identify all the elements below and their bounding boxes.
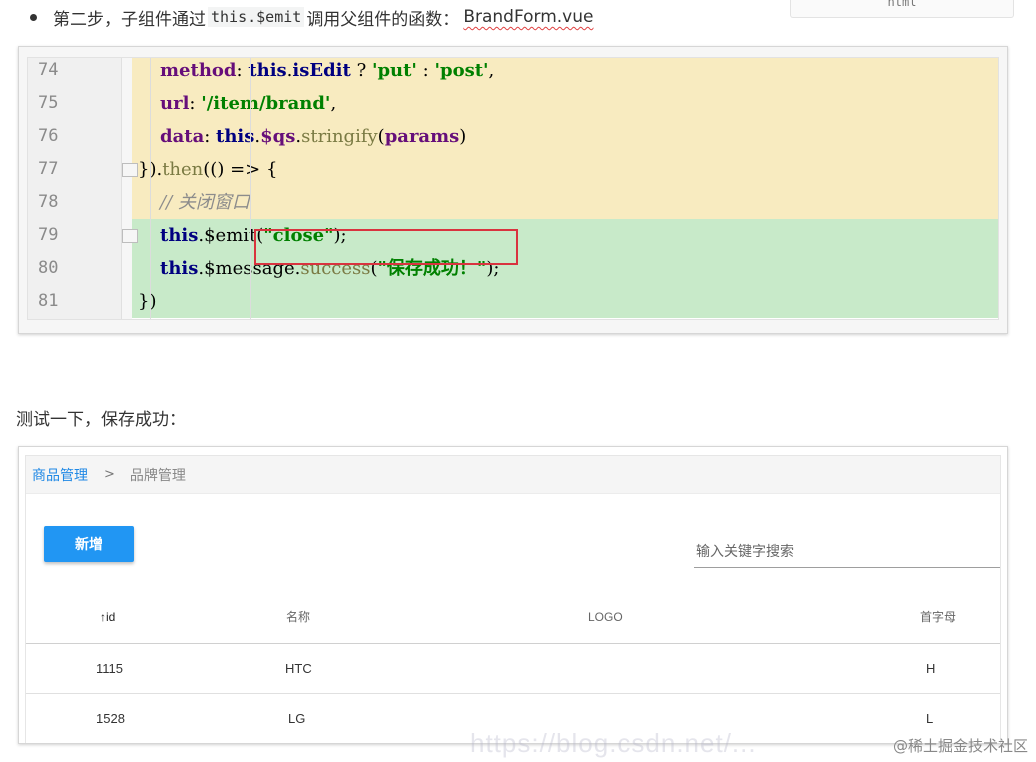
code-token: : [204,126,217,147]
watermark: @稀土掘金技术社区 [892,737,1028,755]
code-area: method: this.isEdit ? 'put' : 'post', url… [132,58,998,319]
fold-marker-icon[interactable] [122,163,138,177]
line-number: 80 [38,258,59,278]
bullet-icon [30,13,37,21]
code-line: }) [132,285,998,318]
code-token: isEdit [292,60,351,81]
code-token: this [160,258,199,279]
code-line: data: this.$qs.stringify(params) [132,120,998,153]
code-screenshot: 74 75 76 77 78 79 80 81 method: this.isEdit ? 'p… [18,46,1008,334]
code-line: // 关闭窗口 [132,186,998,219]
line-number: 77 [38,159,59,179]
code-line-text: }) [138,285,156,318]
code-token: ) [459,126,467,147]
breadcrumb-chevron-icon: > [104,467,115,482]
code-line: method: this.isEdit ? 'put' : 'post', [132,58,998,87]
search-input[interactable] [694,536,1000,568]
step-prefix: 第二步，子组件通过 [53,9,206,30]
code-token: this [216,126,255,147]
line-number: 76 [38,126,59,146]
line-number: 78 [38,192,59,212]
line-number: 75 [38,93,59,113]
code-line-text: method: this.isEdit ? 'put' : 'post', [160,58,495,87]
line-number: 79 [38,225,59,245]
code-language-tab: html [790,0,1014,18]
code-token: data [160,126,205,147]
cell-id: 1528 [96,711,125,726]
cell-name: HTC [285,661,312,676]
breadcrumb: 商品管理 > 品牌管理 [26,456,1000,494]
line-number: 74 [38,60,59,80]
code-token: this [248,60,287,81]
code-line-text: url: '/item/brand', [160,87,336,120]
fold-column [122,58,132,319]
code-token: params [384,126,460,147]
code-token: url [160,93,190,114]
breadcrumb-parent-link[interactable]: 商品管理 [32,465,88,485]
add-brand-button[interactable]: 新增 [44,526,134,562]
code-token: : [416,60,435,81]
code-editor: 74 75 76 77 78 79 80 81 method: this.isEdit ? 'p… [27,57,999,320]
indent-guide [150,58,151,319]
column-header-logo[interactable]: LOGO [588,590,623,644]
table-header: ↑id 名称 LOGO 首字母 [26,590,1000,644]
line-number: 81 [38,291,59,311]
indent-guide [250,58,251,319]
code-token: $qs [260,126,296,147]
code-token: : [189,93,202,114]
step-suffix: 调用父组件的函数： [306,9,460,30]
code-token: stringify [301,126,378,147]
code-token: , [330,93,337,114]
column-header-name[interactable]: 名称 [286,590,310,644]
code-token: then [162,159,204,180]
cell-letter: H [926,661,936,676]
code-token: 'put' [371,60,417,81]
code-token: (() => { [203,159,278,180]
code-line: }).then(() => { [132,153,998,186]
cell-name: LG [288,711,306,726]
code-token: method [160,60,237,81]
code-line-text: // 关闭窗口 [160,186,250,219]
step-instruction: 第二步，子组件通过 this.$emit 调用父组件的函数： BrandForm… [30,5,594,30]
breadcrumb-current: 品牌管理 [129,467,186,484]
faint-url-watermark: https://blog.csdn.net/... [470,728,757,758]
code-token: this [160,225,199,246]
column-header-letter[interactable]: 首字母 [920,590,956,644]
code-token: , [488,60,495,81]
file-name: BrandForm.vue [463,7,594,27]
code-token: ( [377,126,385,147]
fold-marker-icon[interactable] [122,229,138,243]
brand-table: ↑id 名称 LOGO 首字母 1115 HTC H 1528 LG L [26,590,1000,743]
app-screenshot: 商品管理 > 品牌管理 新增 ↑id 名称 LOGO 首字母 1115 HTC … [18,446,1008,744]
code-line-text: data: this.$qs.stringify(params) [160,120,466,153]
code-line: url: '/item/brand', [132,87,998,120]
column-header-id-label: id [106,610,116,624]
column-header-id[interactable]: ↑id [100,590,115,644]
table-row[interactable]: 1115 HTC H [26,644,1000,694]
cell-id: 1115 [96,661,123,676]
code-token: '/item/brand' [201,93,331,114]
brand-management-page: 商品管理 > 品牌管理 新增 ↑id 名称 LOGO 首字母 1115 HTC … [25,455,1001,743]
code-token: 'post' [434,60,489,81]
test-paragraph: 测试一下，保存成功： [16,410,186,430]
code-line-text: }).then(() => { [138,153,277,186]
highlight-box [254,229,518,265]
code-token: }) [138,291,157,312]
code-token: // 关闭窗口 [160,192,250,213]
code-token: ? [350,60,372,81]
inline-code: this.$emit [208,7,305,27]
code-token: : [236,60,249,81]
